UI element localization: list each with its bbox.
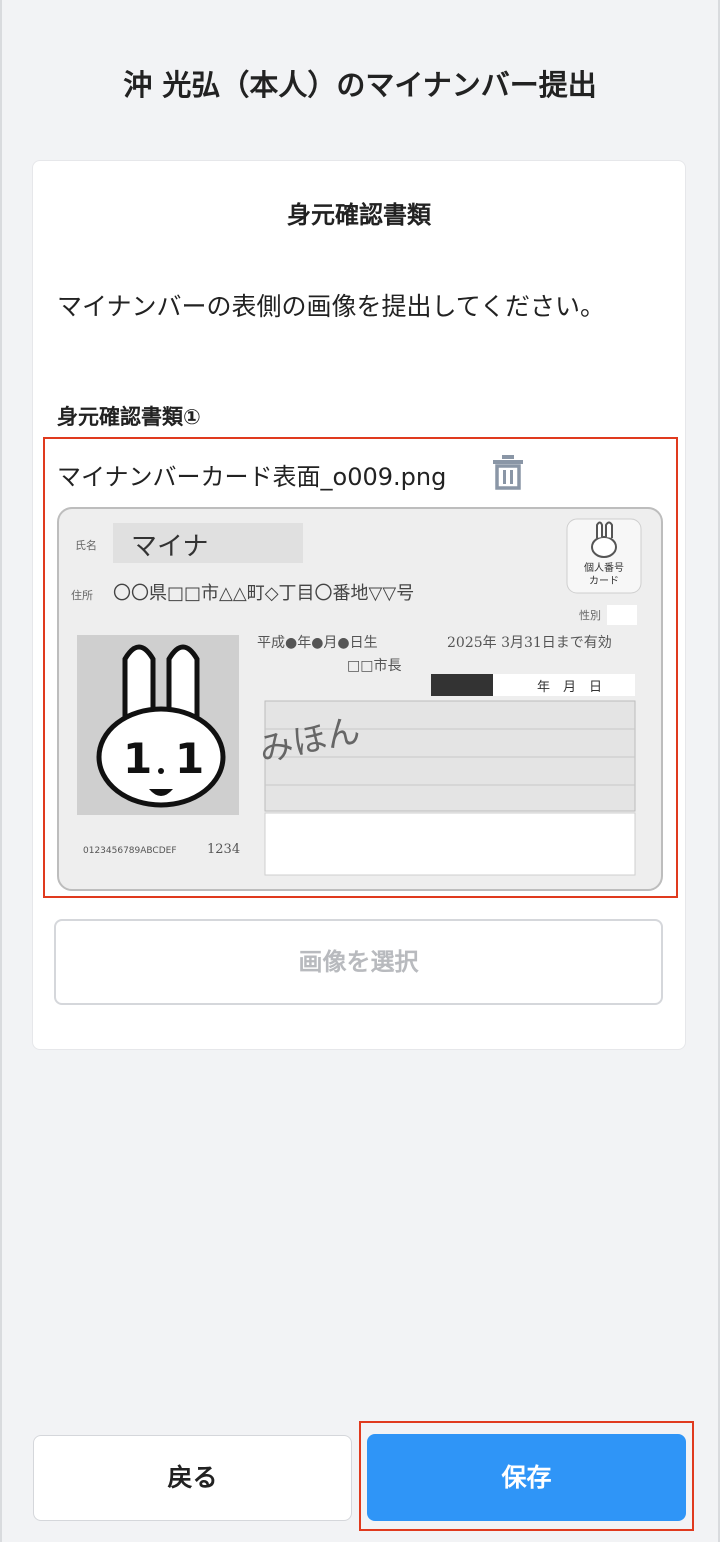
back-button[interactable]: 戻る [33, 1435, 352, 1521]
id-sex-label: 性別 [579, 608, 601, 622]
instruction-text: マイナンバーの表側の画像を提出してください。 [57, 292, 606, 321]
svg-text:1: 1 [123, 734, 152, 783]
id-date-labels: 年 月 日 [537, 680, 602, 695]
id-card-image: 氏名 マイナ 住所 〇〇県□□市△△町◇丁目〇番地▽▽号 個人番号 カード 性別… [57, 507, 663, 891]
page-title: 沖 光弘（本人）のマイナンバー提出 [123, 68, 597, 102]
id-serial: 0123456789ABCDEF [83, 846, 177, 856]
trash-icon[interactable] [491, 453, 525, 491]
card-title: 身元確認書類 [287, 201, 431, 229]
file-name: マイナンバーカード表面_o009.png [57, 463, 447, 491]
id-name-value: マイナ [131, 532, 208, 562]
uploaded-file: マイナンバーカード表面_o009.png 氏名 マイナ 住所 〇〇県□□市△△町… [43, 437, 678, 898]
document-label: 身元確認書類① [57, 405, 201, 429]
id-birth: 平成●年●月●日生 [257, 635, 378, 651]
id-issuer: □□市長 [347, 657, 401, 674]
id-card-type-2: カード [589, 575, 619, 587]
id-expiry: 2025年 3月31日まで有効 [447, 635, 612, 651]
id-address-value: 〇〇県□□市△△町◇丁目〇番地▽▽号 [113, 583, 414, 604]
id-card-type-1: 個人番号 [584, 561, 624, 574]
id-code: 1234 [207, 842, 240, 857]
save-button[interactable]: 保存 [367, 1434, 686, 1521]
select-image-button[interactable]: 画像を選択 [54, 919, 663, 1005]
id-address-label: 住所 [71, 588, 93, 602]
id-name-label: 氏名 [75, 538, 97, 552]
svg-text:1: 1 [175, 734, 204, 783]
